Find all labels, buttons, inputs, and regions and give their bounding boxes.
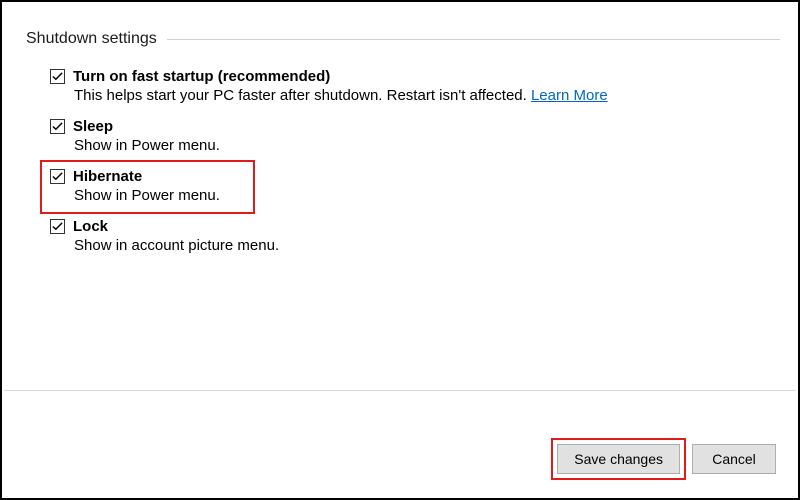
sleep-checkbox[interactable] <box>50 119 65 134</box>
section-title: Shutdown settings <box>26 30 157 48</box>
sleep-label: Sleep <box>73 118 113 135</box>
sleep-description: Show in Power menu. <box>74 137 780 154</box>
content-area: Shutdown settings Turn on fast startup (… <box>2 2 798 254</box>
save-button[interactable]: Save changes <box>557 444 680 474</box>
lock-checkbox[interactable] <box>50 219 65 234</box>
footer-buttons: Save changes Cancel <box>557 444 776 474</box>
checkmark-icon <box>52 121 63 132</box>
cancel-button[interactable]: Cancel <box>692 444 776 474</box>
option-sleep: Sleep Show in Power menu. <box>50 118 780 154</box>
checkmark-icon <box>52 171 63 182</box>
option-fast-startup: Turn on fast startup (recommended) This … <box>50 68 780 104</box>
header-divider <box>167 39 780 40</box>
lock-label: Lock <box>73 218 108 235</box>
checkmark-icon <box>52 221 63 232</box>
footer-divider <box>4 390 796 391</box>
fast-startup-checkbox[interactable] <box>50 69 65 84</box>
learn-more-link[interactable]: Learn More <box>531 87 608 104</box>
section-header: Shutdown settings <box>26 30 780 48</box>
hibernate-label: Hibernate <box>73 168 142 185</box>
checkmark-icon <box>52 71 63 82</box>
hibernate-description: Show in Power menu. <box>74 187 780 204</box>
hibernate-checkbox[interactable] <box>50 169 65 184</box>
settings-panel: Shutdown settings Turn on fast startup (… <box>0 0 800 500</box>
options-list: Turn on fast startup (recommended) This … <box>26 68 780 254</box>
lock-description: Show in account picture menu. <box>74 237 780 254</box>
option-lock: Lock Show in account picture menu. <box>50 218 780 254</box>
fast-startup-description: This helps start your PC faster after sh… <box>74 87 780 104</box>
fast-startup-label: Turn on fast startup (recommended) <box>73 68 330 85</box>
option-hibernate: Hibernate Show in Power menu. <box>50 168 780 204</box>
